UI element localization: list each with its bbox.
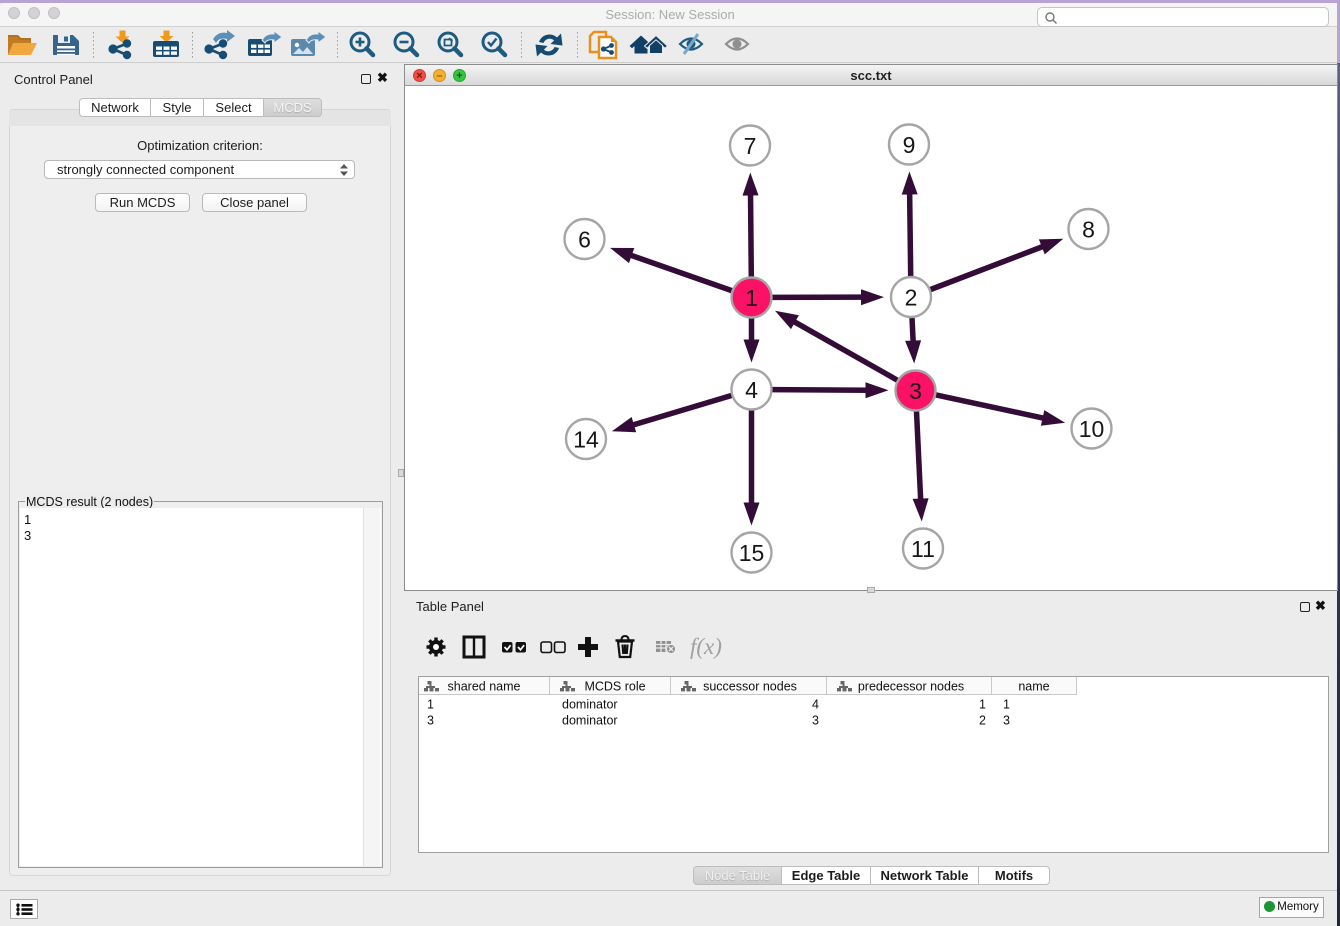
svg-text:15: 15: [739, 540, 765, 566]
svg-text:6: 6: [578, 227, 591, 253]
svg-text:MCDS role: MCDS role: [584, 680, 645, 694]
svg-text:1: 1: [1003, 698, 1010, 712]
svg-text:11: 11: [911, 536, 935, 562]
svg-text:1: 1: [745, 285, 758, 311]
svg-text:3: 3: [812, 714, 819, 728]
svg-text:2: 2: [905, 285, 918, 311]
svg-text:3: 3: [427, 714, 434, 728]
svg-text:dominator: dominator: [562, 698, 618, 712]
svg-text:4: 4: [745, 377, 758, 403]
svg-text:successor nodes: successor nodes: [703, 680, 797, 694]
svg-text:1: 1: [979, 698, 986, 712]
svg-text:3: 3: [909, 378, 922, 404]
svg-text:14: 14: [573, 427, 599, 453]
svg-text:1: 1: [427, 698, 434, 712]
svg-text:8: 8: [1082, 217, 1095, 243]
svg-text:f(x): f(x): [690, 634, 722, 659]
svg-text:10: 10: [1079, 416, 1105, 442]
svg-text:2: 2: [979, 714, 986, 728]
svg-text:4: 4: [812, 698, 819, 712]
svg-text:dominator: dominator: [562, 714, 618, 728]
svg-text:3: 3: [1003, 714, 1010, 728]
svg-text:9: 9: [903, 132, 916, 158]
svg-text:7: 7: [744, 133, 757, 159]
svg-text:shared name: shared name: [448, 680, 521, 694]
svg-text:name: name: [1018, 680, 1049, 694]
svg-text:predecessor nodes: predecessor nodes: [858, 680, 964, 694]
